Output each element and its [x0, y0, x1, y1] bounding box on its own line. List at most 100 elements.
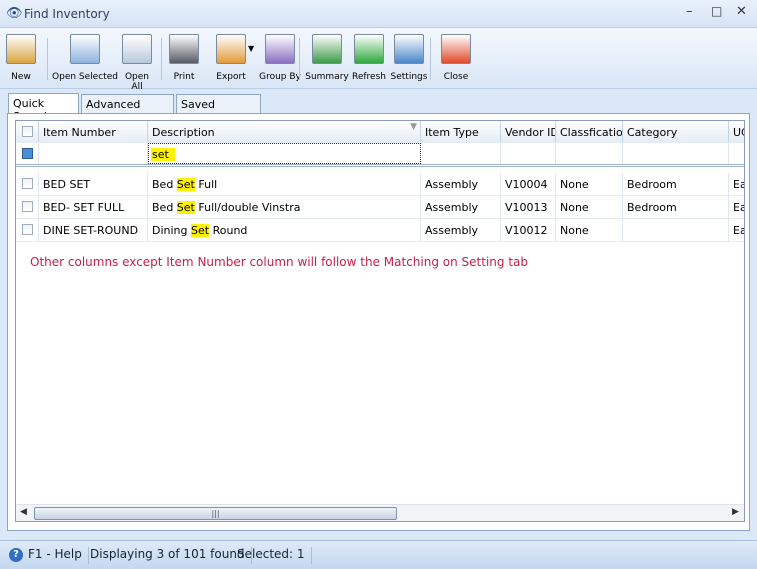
filter-description-input[interactable]: set: [148, 143, 421, 164]
cell-type: Assembly: [421, 196, 501, 218]
toolbar-label: Group By: [259, 72, 301, 82]
help-icon: ?: [9, 548, 23, 562]
cell-vendor: V10012: [501, 219, 556, 241]
column-header-label: Description: [152, 126, 215, 139]
title-bar: 👁 Find Inventory – □ ✕: [0, 0, 757, 28]
desc-match-highlight: Set: [176, 201, 195, 214]
info-message: Other columns except Item Number column …: [30, 255, 528, 269]
export-button[interactable]: Export: [206, 32, 256, 86]
open-all-button[interactable]: Open All: [118, 32, 156, 92]
tab-quick-search[interactable]: Quick Search: [8, 93, 79, 123]
desc-match-highlight: Set: [176, 178, 195, 191]
toolbar-label: Open Selected: [52, 72, 118, 82]
cell-vendor: V10004: [501, 173, 556, 195]
table-row[interactable]: BED SET Bed Set Full Assembly V10004 None Bed…: [16, 173, 744, 196]
column-header-vendor-id[interactable]: Vendor ID: [501, 121, 556, 142]
help-status[interactable]: F1 - Help: [28, 547, 89, 564]
close-window-button[interactable]: ✕: [736, 4, 747, 19]
cell-item: BED SET: [39, 173, 148, 195]
filter-category[interactable]: [623, 143, 729, 164]
toolbar-label: Settings: [390, 72, 428, 82]
toolbar-label: Export: [216, 72, 246, 82]
displaying-status: Displaying 3 of 101 found: [90, 547, 252, 564]
column-header-category[interactable]: Category: [623, 121, 729, 142]
cell-class: None: [556, 219, 623, 241]
row-checkbox[interactable]: [22, 224, 33, 235]
group-by-button[interactable]: Group By: [258, 32, 302, 86]
tab-saved-searches[interactable]: Saved Searches: [176, 94, 261, 124]
table-row[interactable]: DINE SET-ROUND Dining Set Round Assembly V1…: [16, 219, 744, 242]
filter-text: set: [151, 148, 175, 161]
scroll-right-arrow-icon[interactable]: ▶: [732, 507, 739, 517]
toolbar-label: Refresh: [352, 72, 386, 82]
filter-classification[interactable]: [556, 143, 623, 164]
export-dropdown-icon[interactable]: ▼: [248, 44, 254, 53]
selected-status: Selected: 1: [237, 547, 312, 564]
horizontal-scrollbar[interactable]: ◀ ||| ▶: [16, 504, 744, 521]
toolbar-label: Close: [443, 72, 469, 82]
maximize-button[interactable]: □: [711, 4, 722, 18]
cell-category: Bedroom: [623, 196, 729, 218]
toolbar-separator: [47, 38, 48, 80]
column-header-classification[interactable]: Classfication: [556, 121, 623, 142]
new-button[interactable]: New: [5, 32, 37, 86]
print-button[interactable]: Print: [167, 32, 201, 86]
filter-row-icon: [22, 148, 33, 159]
column-header-item-type[interactable]: Item Type: [421, 121, 501, 142]
summary-button[interactable]: Summary: [305, 32, 349, 86]
status-bar: ? F1 - Help Displaying 3 of 101 found Se…: [0, 540, 757, 569]
column-header-uc[interactable]: UC: [729, 121, 744, 142]
column-header-description[interactable]: Description ▼: [148, 121, 421, 142]
group-by-icon: [265, 34, 295, 64]
filter-uc[interactable]: [729, 143, 744, 164]
cell-type: Assembly: [421, 219, 501, 241]
select-all-checkbox[interactable]: [22, 126, 33, 137]
toolbar-label: Print: [173, 72, 195, 82]
filter-item-number[interactable]: [39, 143, 148, 164]
tab-advanced-search[interactable]: Advanced Search: [81, 94, 174, 124]
desc-text: Bed: [152, 178, 177, 191]
scroll-left-arrow-icon[interactable]: ◀: [20, 507, 27, 517]
scrollbar-thumb[interactable]: |||: [34, 507, 397, 520]
cell-description: Bed Set Full: [148, 173, 421, 195]
filter-icon[interactable]: ▼: [410, 122, 417, 132]
toolbar: New Open Selected Open All Print Export Group…: [0, 28, 757, 92]
row-checkbox[interactable]: [22, 201, 33, 212]
grid-header: Item Number Description ▼ Item Type Vendo…: [16, 121, 744, 143]
row-checkbox[interactable]: [22, 178, 33, 189]
refresh-icon: [354, 34, 384, 64]
cell-vendor: V10013: [501, 196, 556, 218]
cell-uc: Ea: [729, 219, 744, 241]
filter-item-type[interactable]: [421, 143, 501, 164]
settings-button[interactable]: Settings: [390, 32, 428, 86]
desc-text: Dining: [152, 224, 192, 237]
table-row[interactable]: BED- SET FULL Bed Set Full/double Vinstra…: [16, 196, 744, 219]
cell-item: DINE SET-ROUND: [39, 219, 148, 241]
filter-row: set: [16, 143, 744, 167]
settings-icon: [394, 34, 424, 64]
open-selected-button[interactable]: Open Selected: [52, 32, 118, 86]
desc-text: Full/double Vinstra: [194, 201, 301, 214]
cell-class: None: [556, 196, 623, 218]
window-title: Find Inventory: [24, 7, 110, 21]
column-header-item-number[interactable]: Item Number: [39, 121, 148, 142]
minimize-button[interactable]: –: [686, 4, 693, 19]
refresh-button[interactable]: Refresh: [350, 32, 388, 86]
export-icon: [216, 34, 246, 64]
cell-description: Dining Set Round: [148, 219, 421, 241]
toolbar-separator: [299, 38, 300, 80]
filter-vendor-id[interactable]: [501, 143, 556, 164]
binoculars-icon: 👁: [6, 6, 23, 21]
close-button[interactable]: Close: [440, 32, 472, 86]
toolbar-label: Open All: [124, 72, 150, 92]
cell-uc: Ea: [729, 173, 744, 195]
open-all-icon: [122, 34, 152, 64]
desc-text: Bed: [152, 201, 177, 214]
results-grid: Item Number Description ▼ Item Type Vendo…: [15, 120, 745, 522]
cell-item: BED- SET FULL: [39, 196, 148, 218]
desc-match-highlight: Set: [191, 224, 210, 237]
cell-description: Bed Set Full/double Vinstra: [148, 196, 421, 218]
printer-icon: [169, 34, 199, 64]
new-box-icon: [6, 34, 36, 64]
close-window-icon: [441, 34, 471, 64]
